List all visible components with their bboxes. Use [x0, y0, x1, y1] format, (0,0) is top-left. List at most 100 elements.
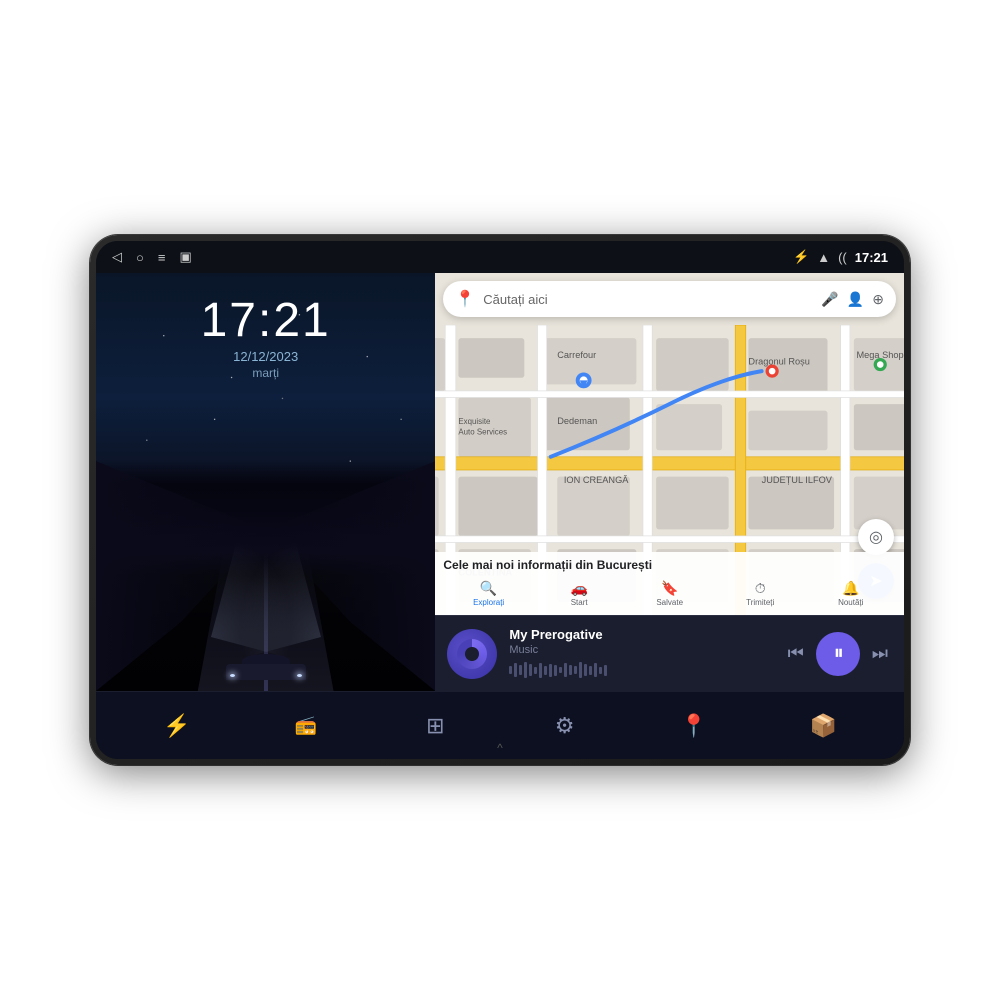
play-pause-icon: ⏸ — [834, 642, 844, 665]
dock-radio[interactable]: 📻 — [284, 704, 328, 748]
account-icon[interactable]: 👤 — [847, 291, 864, 308]
target-icon: ◎ — [869, 527, 883, 547]
car-silhouette — [226, 652, 306, 680]
settings-dock-icon: ⚙ — [555, 713, 575, 739]
wave-bar — [569, 665, 572, 675]
car-headlights — [226, 674, 306, 677]
svg-text:Exquisite: Exquisite — [459, 417, 492, 426]
right-panel: 📍 Căutați aici 🎤 👤 ⊕ — [435, 273, 904, 691]
music-info: My Prerogative Music — [509, 627, 771, 680]
layers-icon[interactable]: ⊕ — [872, 291, 884, 308]
clock-day: marți — [201, 366, 331, 380]
voice-search-icon[interactable]: 🎤 — [821, 291, 838, 308]
dock-box[interactable]: 📦 — [801, 704, 845, 748]
saved-icon: 🔖 — [661, 580, 678, 597]
svg-text:Dedeman: Dedeman — [558, 416, 598, 426]
device-screen: ◁ ○ ≡ ▣ ⚡ ▲ (( 17:21 17:21 12/12/2023 ma… — [96, 241, 904, 759]
svg-text:Auto Services: Auto Services — [459, 427, 508, 436]
maps-dock-icon: 📍 — [680, 713, 707, 739]
map-search-actions: 🎤 👤 ⊕ — [821, 291, 884, 308]
box-dock-icon: 📦 — [810, 713, 837, 739]
news-label: Noutăți — [838, 598, 863, 607]
map-tab-salvate[interactable]: 🔖 Salvate — [624, 576, 715, 609]
wave-bar — [584, 664, 587, 676]
wave-bar — [574, 666, 577, 674]
album-art — [447, 629, 497, 679]
car-shape — [226, 652, 306, 680]
car-tunnel-visual — [96, 461, 435, 691]
map-container[interactable]: 📍 Căutați aici 🎤 👤 ⊕ — [435, 273, 904, 615]
wave-bar — [509, 666, 512, 674]
screenshot-button[interactable]: ▣ — [179, 249, 191, 265]
wave-bar — [544, 666, 547, 675]
apps-dock-icon: ⊞ — [426, 713, 444, 739]
saved-label: Salvate — [656, 598, 683, 607]
map-target-button[interactable]: ◎ — [858, 519, 894, 555]
wave-bar — [539, 663, 542, 678]
device-frame: ◁ ○ ≡ ▣ ⚡ ▲ (( 17:21 17:21 12/12/2023 ma… — [90, 235, 910, 765]
clock-display: 17:21 12/12/2023 marți — [201, 297, 331, 380]
dock-settings[interactable]: ⚙ — [543, 704, 587, 748]
menu-button[interactable]: ≡ — [158, 250, 166, 265]
map-tab-start[interactable]: 🚗 Start — [534, 576, 625, 609]
map-search-text: Căutați aici — [483, 292, 813, 307]
map-info-title: Cele mai noi informații din București — [443, 558, 896, 572]
headlight-beams — [236, 615, 296, 645]
radio-dock-icon: 📻 — [295, 715, 317, 736]
wave-bar — [529, 664, 532, 676]
next-button[interactable]: ⏭ — [868, 639, 892, 668]
signal-icon: (( — [838, 250, 847, 265]
share-label: Trimiteți — [746, 598, 774, 607]
clock-time: 17:21 — [201, 297, 331, 345]
music-waveform — [509, 660, 771, 680]
share-icon: ⏱ — [755, 580, 766, 597]
dock-bluetooth[interactable]: ⚡ — [155, 704, 199, 748]
bottom-dock: ⚡ 📻 ⊞ ⚙ 📍 📦 ^ — [96, 691, 904, 759]
music-title: My Prerogative — [509, 627, 771, 642]
dock-apps[interactable]: ⊞ — [413, 704, 457, 748]
home-button[interactable]: ○ — [136, 250, 144, 265]
status-time: 17:21 — [855, 250, 888, 265]
clock-date: 12/12/2023 — [201, 349, 331, 364]
prev-button[interactable]: ⏮ — [784, 639, 808, 668]
svg-text:JUDEȚUL ILFOV: JUDEȚUL ILFOV — [762, 475, 833, 485]
status-bar: ◁ ○ ≡ ▣ ⚡ ▲ (( 17:21 — [96, 241, 904, 273]
bluetooth-icon: ⚡ — [793, 249, 809, 265]
car-chassis — [226, 664, 306, 680]
wave-bar — [549, 664, 552, 677]
map-nav-tabs: 🔍 Explorați 🚗 Start 🔖 Salvate — [443, 576, 896, 609]
map-tab-explorați[interactable]: 🔍 Explorați — [443, 576, 534, 609]
back-button[interactable]: ◁ — [112, 249, 122, 265]
left-panel: 17:21 12/12/2023 marți — [96, 273, 435, 691]
wave-bar — [554, 665, 557, 676]
map-tab-trimiteți[interactable]: ⏱ Trimiteți — [715, 576, 806, 609]
svg-text:Dragonul Roșu: Dragonul Roșu — [749, 357, 811, 367]
svg-text:ION CREANGĂ: ION CREANGĂ — [564, 475, 629, 485]
headlight-left — [230, 674, 235, 677]
dock-chevron-icon: ^ — [497, 741, 503, 755]
wave-bar — [534, 667, 537, 674]
headlight-right — [297, 674, 302, 677]
wave-bar — [519, 665, 522, 675]
dock-maps[interactable]: 📍 — [672, 704, 716, 748]
wave-bar — [594, 663, 597, 677]
status-indicators: ⚡ ▲ (( 17:21 — [793, 249, 888, 265]
news-icon: 🔔 — [842, 580, 859, 597]
nav-buttons: ◁ ○ ≡ ▣ — [112, 249, 192, 265]
start-label: Start — [571, 598, 588, 607]
wave-bar — [604, 665, 607, 676]
map-search-bar[interactable]: 📍 Căutați aici 🎤 👤 ⊕ — [443, 281, 896, 317]
music-controls: ⏮ ⏸ ⏭ — [784, 632, 892, 676]
wave-bar — [589, 666, 592, 675]
map-tab-noutăți[interactable]: 🔔 Noutăți — [805, 576, 896, 609]
wave-bar — [599, 667, 602, 674]
svg-text:Carrefour: Carrefour — [558, 350, 597, 360]
play-pause-button[interactable]: ⏸ — [816, 632, 860, 676]
map-background: 📍 Căutați aici 🎤 👤 ⊕ — [435, 273, 904, 615]
explore-label: Explorați — [473, 598, 504, 607]
wave-bar — [579, 662, 582, 678]
wave-bar — [559, 667, 562, 673]
explore-icon: 🔍 — [480, 580, 497, 597]
wave-bar — [564, 663, 567, 677]
album-art-disc — [457, 639, 487, 669]
